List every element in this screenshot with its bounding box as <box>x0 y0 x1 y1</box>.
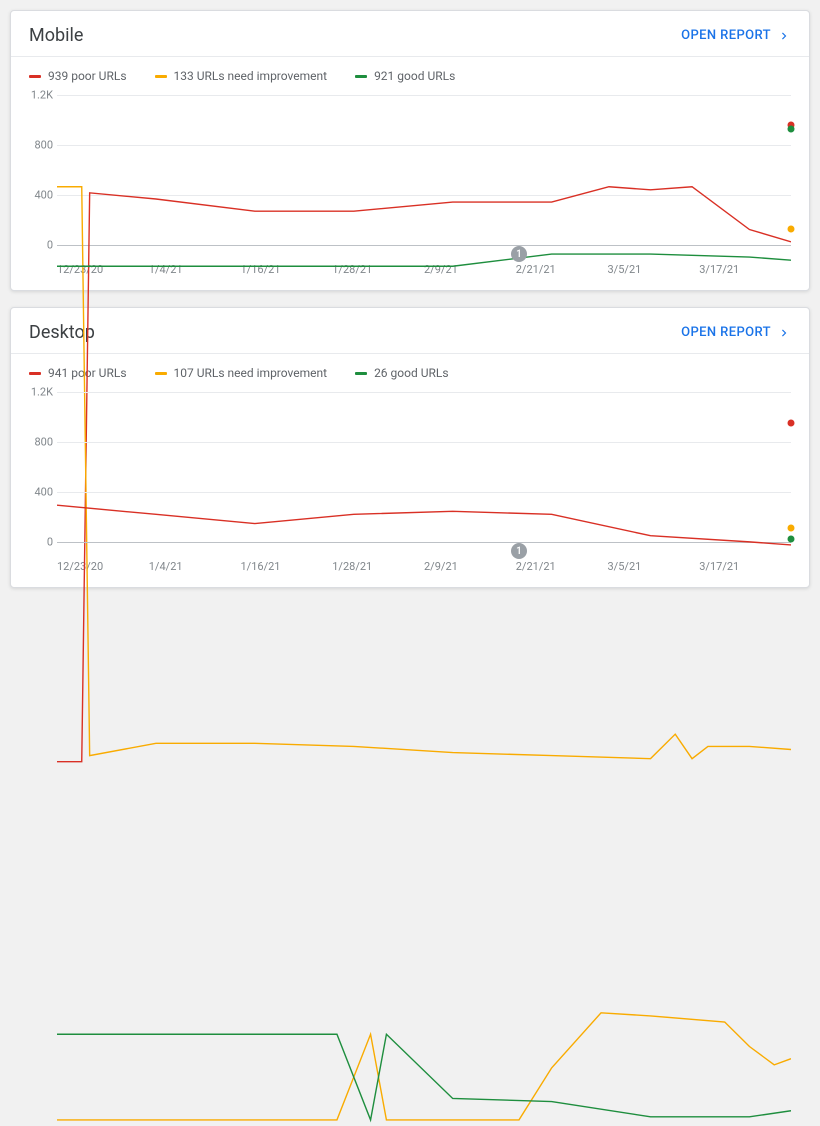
event-marker[interactable]: 1 <box>511 543 527 559</box>
event-marker-label: 1 <box>516 546 522 557</box>
event-marker[interactable]: 1 <box>511 246 527 262</box>
legend-swatch <box>355 75 367 78</box>
y-tick-label: 400 <box>34 189 53 202</box>
series-line <box>57 254 791 266</box>
y-tick-label: 1.2K <box>31 89 53 102</box>
legend-item[interactable]: 921 good URLs <box>355 69 455 83</box>
y-axis: 04008001.2K <box>29 392 57 542</box>
legend-label: 133 URLs need improvement <box>174 69 328 83</box>
chevron-right-icon <box>777 29 791 43</box>
y-tick-label: 800 <box>34 139 53 152</box>
series-end-dot <box>788 225 795 232</box>
y-tick-label: 800 <box>34 436 53 449</box>
open-report-button[interactable]: OPEN REPORT <box>681 28 791 43</box>
series-end-dot <box>788 525 795 532</box>
legend-label: 939 poor URLs <box>48 69 127 83</box>
series-end-dot <box>788 420 795 427</box>
y-tick-label: 1.2K <box>31 386 53 399</box>
y-tick-label: 0 <box>47 536 53 549</box>
series-line <box>57 505 791 545</box>
legend-swatch <box>29 75 41 78</box>
chart[interactable]: 04008001.2K1 <box>57 95 791 245</box>
chart[interactable]: 04008001.2K1 <box>57 392 791 542</box>
open-report-label: OPEN REPORT <box>681 28 771 43</box>
series-line <box>57 1034 791 1120</box>
series-end-dot <box>788 125 795 132</box>
card-title: Mobile <box>29 25 83 46</box>
legend-swatch <box>155 75 167 78</box>
y-tick-label: 400 <box>34 486 53 499</box>
legend-item[interactable]: 133 URLs need improvement <box>155 69 328 83</box>
y-tick-label: 0 <box>47 239 53 252</box>
series-line <box>57 1013 791 1120</box>
legend-swatch <box>29 372 41 375</box>
series-end-dot <box>788 535 795 542</box>
y-axis: 04008001.2K <box>29 95 57 245</box>
chart-area: 04008001.2K112/23/201/4/211/16/211/28/21… <box>11 89 809 290</box>
plot <box>57 392 791 1126</box>
chart-area: 04008001.2K112/23/201/4/211/16/211/28/21… <box>11 386 809 587</box>
event-marker-label: 1 <box>516 249 522 260</box>
legend: 939 poor URLs 133 URLs need improvement 92… <box>11 57 809 89</box>
mobile-card: Mobile OPEN REPORT 939 poor URLs 133 URLs n… <box>10 10 810 291</box>
card-header: Mobile OPEN REPORT <box>11 11 809 56</box>
legend-item[interactable]: 939 poor URLs <box>29 69 127 83</box>
legend-label: 921 good URLs <box>374 69 455 83</box>
